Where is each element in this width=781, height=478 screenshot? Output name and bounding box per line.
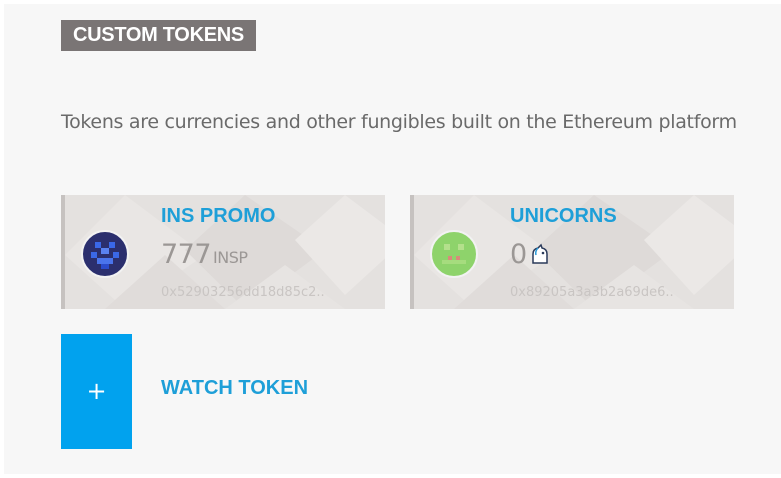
token-card-unicorns[interactable]: UNICORNS 0 0x89205a3a3b2a69de6.. [410, 195, 734, 309]
token-name: UNICORNS [510, 205, 617, 227]
unicorn-icon [531, 243, 548, 264]
token-card-ins-promo[interactable]: INS PROMO 777 INSP 0x52903256dd18d85c2.. [61, 195, 385, 309]
token-symbol: INSP [213, 248, 248, 267]
watch-token-button[interactable]: + [61, 334, 132, 449]
token-balance: 0 [510, 239, 551, 270]
watch-token-link[interactable]: WATCH TOKEN [161, 377, 308, 400]
token-address: 0x89205a3a3b2a69de6.. [510, 285, 674, 300]
pixel-avatar-icon [430, 230, 478, 278]
section-title: CUSTOM TOKENS [61, 20, 256, 51]
token-balance: 777 INSP [161, 239, 248, 270]
pixel-avatar-icon [81, 230, 129, 278]
section-description: Tokens are currencies and other fungible… [61, 111, 737, 133]
token-balance-value: 0 [510, 239, 527, 270]
token-balance-value: 777 [161, 239, 212, 270]
custom-tokens-panel: CUSTOM TOKENS Tokens are currencies and … [4, 4, 781, 474]
token-address: 0x52903256dd18d85c2.. [161, 285, 325, 300]
token-name: INS PROMO [161, 205, 276, 227]
